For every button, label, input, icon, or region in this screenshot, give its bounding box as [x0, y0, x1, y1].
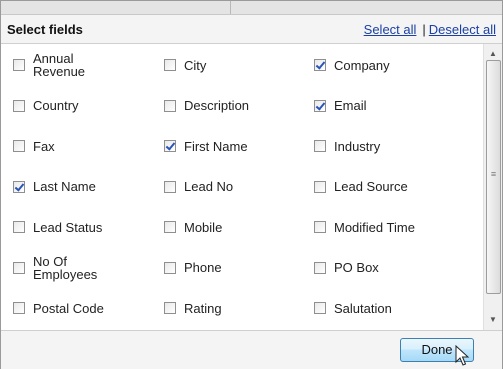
checkbox[interactable]: [164, 302, 176, 314]
checkbox[interactable]: [164, 221, 176, 233]
field-option[interactable]: Modified Time: [314, 212, 415, 242]
field-label: Email: [334, 98, 367, 113]
checkbox-checked[interactable]: [164, 140, 176, 152]
checkbox[interactable]: [164, 261, 176, 274]
field-label: Fax: [33, 138, 55, 154]
field-option[interactable]: Lead Status: [13, 212, 102, 242]
field-option[interactable]: Rating: [164, 293, 222, 323]
checkbox[interactable]: [314, 302, 326, 314]
field-option[interactable]: No Of Employees: [13, 253, 97, 283]
checkbox[interactable]: [164, 180, 176, 193]
field-option[interactable]: Last Name: [13, 172, 96, 202]
checkbox[interactable]: [13, 59, 25, 71]
field-option[interactable]: Mobile: [164, 212, 222, 242]
checkbox[interactable]: [13, 302, 25, 314]
checkbox[interactable]: [314, 261, 326, 274]
select-fields-dialog: Select fields Select all | Deselect all An…: [0, 0, 503, 369]
field-label: Postal Code: [33, 300, 104, 316]
checkbox[interactable]: [314, 180, 326, 193]
dialog-header: Select fields Select all | Deselect all: [1, 15, 502, 44]
field-option[interactable]: Lead No: [164, 172, 233, 202]
field-option[interactable]: Phone: [164, 253, 222, 283]
field-label: No Of Employees: [33, 253, 98, 282]
checkbox[interactable]: [13, 140, 25, 152]
dialog-footer: Done: [1, 330, 502, 369]
field-option[interactable]: Salutation: [314, 293, 392, 323]
field-label: PO Box: [334, 260, 379, 275]
field-list: Annual Revenue City Company Country Descript…: [1, 44, 483, 330]
field-option[interactable]: First Name: [164, 131, 248, 161]
field-option[interactable]: Postal Code: [13, 293, 104, 323]
field-label: Description: [184, 98, 250, 113]
field-label: Mobile: [184, 219, 223, 235]
checkbox-checked[interactable]: [314, 59, 326, 71]
field-option[interactable]: City: [164, 50, 206, 80]
field-option[interactable]: Country: [13, 91, 79, 121]
field-option[interactable]: Company: [314, 50, 390, 80]
checkbox[interactable]: [164, 59, 176, 71]
checkbox[interactable]: [164, 99, 176, 112]
field-label: Salutation: [334, 300, 392, 316]
dialog-title: Select fields: [7, 22, 83, 37]
field-label: Last Name: [33, 179, 96, 194]
field-option[interactable]: Lead Source: [314, 172, 408, 202]
field-option[interactable]: Email: [314, 91, 367, 121]
field-label: Company: [334, 57, 390, 73]
field-option[interactable]: Description: [164, 91, 249, 121]
field-option[interactable]: Fax: [13, 131, 55, 161]
link-separator: |: [422, 22, 426, 37]
select-all-link[interactable]: Select all: [364, 22, 417, 37]
deselect-all-link[interactable]: Deselect all: [429, 22, 496, 37]
field-option[interactable]: PO Box: [314, 253, 379, 283]
checkbox[interactable]: [13, 221, 25, 233]
field-label: Phone: [184, 260, 222, 275]
scroll-down-arrow-icon[interactable]: ▼: [484, 312, 502, 328]
field-label: Country: [33, 98, 79, 113]
field-label: City: [184, 57, 207, 73]
field-label: Lead No: [184, 179, 234, 194]
field-option[interactable]: Industry: [314, 131, 380, 161]
top-strip: [1, 1, 502, 15]
header-links: Select all | Deselect all: [364, 22, 496, 37]
vertical-scrollbar[interactable]: ▲ ≡ ▼: [483, 44, 502, 330]
checkbox[interactable]: [13, 261, 25, 274]
field-label: Modified Time: [334, 219, 415, 235]
checkbox-checked[interactable]: [314, 99, 326, 112]
checkbox[interactable]: [13, 99, 25, 112]
field-label: First Name: [184, 138, 248, 154]
top-strip-divider: [230, 1, 231, 14]
field-label: Industry: [334, 138, 381, 154]
checkbox[interactable]: [314, 140, 326, 152]
field-label: Annual Revenue: [33, 51, 86, 79]
scrollbar-grip-icon: ≡: [490, 169, 497, 179]
field-label: Lead Source: [334, 179, 408, 194]
mouse-pointer-icon: [455, 345, 470, 366]
checkbox[interactable]: [314, 221, 326, 233]
scrollbar-thumb[interactable]: ≡: [486, 60, 501, 294]
field-label: Lead Status: [33, 219, 103, 235]
field-label: Rating: [184, 300, 222, 316]
field-option[interactable]: Annual Revenue: [13, 50, 85, 80]
checkbox-checked[interactable]: [13, 180, 25, 193]
